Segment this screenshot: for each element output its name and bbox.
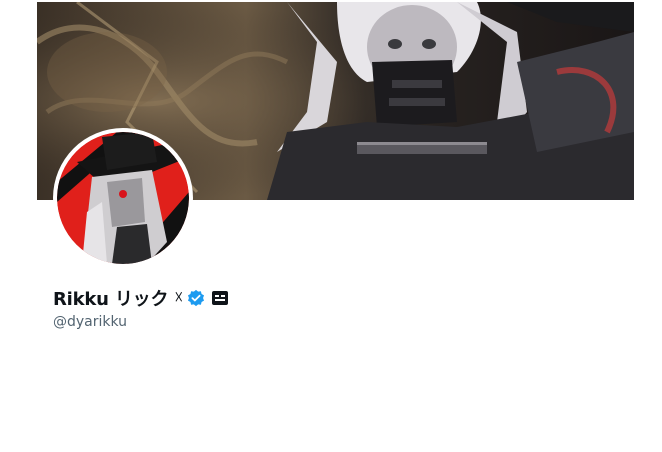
profile-avatar[interactable]	[53, 128, 193, 268]
verified-badge-icon[interactable]	[187, 289, 205, 307]
avatar-image	[57, 132, 189, 264]
display-name: Rikku リック	[53, 289, 169, 310]
profile-name-row: Rikku リック ☓	[53, 286, 229, 310]
display-name-symbol: ☓	[174, 288, 184, 308]
affiliate-badge-icon[interactable]	[211, 289, 229, 307]
profile-handle: @dyarikku	[53, 314, 128, 330]
